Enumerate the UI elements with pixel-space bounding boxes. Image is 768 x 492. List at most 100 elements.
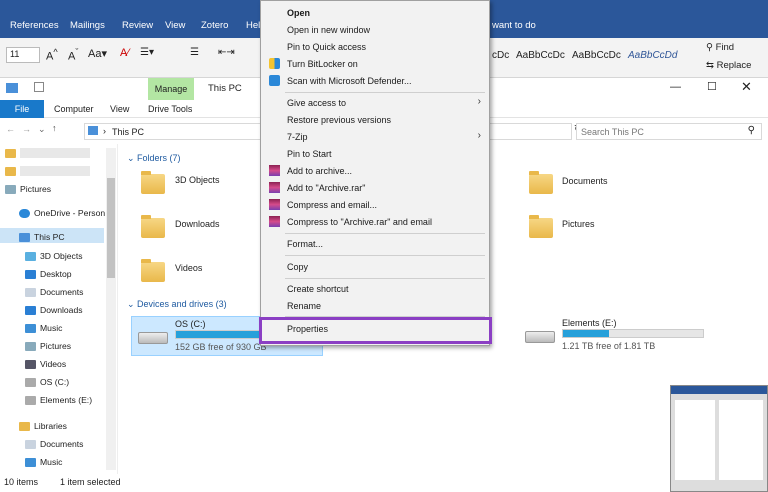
menu-compress-rar-email[interactable]: Compress to "Archive.rar" and email — [287, 217, 432, 227]
properties-quick-icon[interactable] — [34, 82, 44, 92]
folder-videos-label[interactable]: Videos — [175, 263, 202, 273]
menu-restore-versions[interactable]: Restore previous versions — [287, 115, 391, 125]
tab-zotero[interactable]: Zotero — [201, 20, 228, 31]
drive-e-tile[interactable]: Elements (E:) 1.21 TB free of 1.81 TB — [519, 316, 719, 356]
drive-c-name: OS (C:) — [175, 319, 206, 329]
forward-icon[interactable]: → — [22, 124, 31, 134]
folder-icon — [5, 149, 16, 158]
menu-pin-start[interactable]: Pin to Start — [287, 149, 332, 159]
style-heading2[interactable]: AaBbCcDc — [572, 50, 621, 61]
up-icon[interactable]: ↑ — [52, 123, 57, 133]
nav-music[interactable]: Music — [25, 323, 62, 333]
tab-references[interactable]: References — [10, 20, 59, 31]
tab-view[interactable]: View — [165, 20, 185, 31]
grow-font-icon[interactable]: A^ — [46, 47, 58, 63]
winrar-icon — [269, 199, 280, 210]
drive-icon — [25, 378, 36, 387]
style-heading1[interactable]: AaBbCcDc — [516, 50, 565, 61]
maximize-button[interactable]: ☐ — [707, 80, 717, 93]
nav-scrollbar[interactable] — [106, 148, 116, 470]
download-icon — [25, 306, 36, 315]
menu-open[interactable]: Open — [287, 8, 310, 18]
close-button[interactable]: ✕ — [741, 79, 752, 95]
clear-format-icon[interactable]: A⁄ — [120, 47, 129, 59]
menu-give-access[interactable]: Give access to — [287, 98, 346, 108]
tab-drive-tools[interactable]: Drive Tools — [148, 104, 192, 114]
defender-icon — [269, 75, 280, 86]
tab-computer[interactable]: Computer — [54, 104, 94, 114]
tell-me-box[interactable]: want to do — [492, 20, 536, 31]
blurred-item[interactable] — [5, 166, 90, 176]
folder-documents-label[interactable]: Documents — [562, 176, 608, 186]
drives-header[interactable]: ⌄ Devices and drives (3) — [127, 299, 227, 310]
menu-format[interactable]: Format... — [287, 239, 323, 249]
nav-libraries[interactable]: Libraries — [19, 421, 67, 431]
menu-7zip[interactable]: 7-Zip — [287, 132, 308, 142]
manage-context-tab[interactable]: Manage — [148, 78, 194, 100]
search-input[interactable]: Search This PC ⚲ — [576, 123, 762, 140]
recent-dropdown-icon[interactable]: ⌄ — [38, 124, 46, 135]
tab-file[interactable]: File — [0, 100, 44, 118]
tab-review[interactable]: Review — [122, 20, 153, 31]
multilevel-list-icon[interactable]: ☰ — [190, 47, 199, 58]
indent-icon[interactable]: ⇤⇥ — [218, 47, 235, 58]
thumb-titlebar — [671, 386, 767, 394]
shrink-font-icon[interactable]: Aˇ — [68, 47, 78, 63]
menu-pin-quick-access[interactable]: Pin to Quick access — [287, 42, 366, 52]
nav-pictures-2[interactable]: Pictures — [25, 341, 71, 351]
blurred-item[interactable] — [5, 148, 90, 158]
bullets-icon[interactable]: ☰▾ — [140, 47, 154, 58]
tab-view[interactable]: View — [110, 104, 129, 114]
nav-3d-objects[interactable]: 3D Objects — [25, 251, 83, 261]
scroll-thumb[interactable] — [107, 178, 115, 278]
cloud-icon — [19, 209, 30, 218]
nav-onedrive[interactable]: OneDrive - Person — [19, 208, 105, 218]
replace-icon: ⇆ — [706, 60, 717, 71]
font-size-select[interactable]: 11 — [6, 47, 40, 63]
nav-videos[interactable]: Videos — [25, 359, 66, 369]
folder-pictures-icon[interactable] — [529, 215, 553, 238]
folder-pictures-label[interactable]: Pictures — [562, 219, 595, 229]
nav-pictures[interactable]: Pictures — [5, 184, 51, 194]
minimize-button[interactable]: — — [670, 81, 681, 93]
menu-create-shortcut[interactable]: Create shortcut — [287, 284, 349, 294]
menu-compress-email[interactable]: Compress and email... — [287, 200, 377, 210]
drive-c-free: 152 GB free of 930 GB — [175, 342, 267, 352]
style-heading3[interactable]: AaBbCcDd — [628, 50, 677, 61]
folder-3d-objects-label[interactable]: 3D Objects — [175, 175, 220, 185]
tab-mailings[interactable]: Mailings — [70, 20, 105, 31]
nav-this-pc[interactable]: This PC — [19, 232, 65, 242]
search-icon: ⚲ — [747, 125, 755, 136]
folder-documents-icon[interactable] — [529, 171, 553, 194]
nav-documents[interactable]: Documents — [25, 287, 83, 297]
folder-3d-objects-icon[interactable] — [141, 171, 165, 194]
folder-videos-icon[interactable] — [141, 259, 165, 282]
menu-add-archive-rar[interactable]: Add to "Archive.rar" — [287, 183, 365, 193]
replace-button[interactable]: ⇆ Replace — [706, 60, 751, 71]
nav-os-c[interactable]: OS (C:) — [25, 377, 69, 387]
style-normal[interactable]: cDc — [492, 50, 509, 61]
back-icon[interactable]: ← — [6, 124, 15, 134]
menu-add-archive[interactable]: Add to archive... — [287, 166, 352, 176]
nav-lib-documents[interactable]: Documents — [25, 439, 83, 449]
menu-bitlocker[interactable]: Turn BitLocker on — [287, 59, 358, 69]
tab-help[interactable]: Hel — [246, 20, 260, 31]
font-case-icon[interactable]: Aa▾ — [88, 47, 107, 60]
nav-lib-music[interactable]: Music — [25, 457, 62, 467]
nav-elements-e[interactable]: Elements (E:) — [25, 395, 92, 405]
drive-icon — [138, 332, 168, 344]
submenu-arrow-icon: › — [477, 130, 481, 141]
folders-header[interactable]: ⌄ Folders (7) — [127, 153, 181, 164]
nav-downloads[interactable]: Downloads — [25, 305, 83, 315]
menu-rename[interactable]: Rename — [287, 301, 321, 311]
folder-downloads-icon[interactable] — [141, 215, 165, 238]
menu-defender-scan[interactable]: Scan with Microsoft Defender... — [287, 76, 412, 86]
menu-copy[interactable]: Copy — [287, 262, 308, 272]
folder-downloads-label[interactable]: Downloads — [175, 219, 220, 229]
library-icon — [19, 422, 30, 431]
nav-desktop[interactable]: Desktop — [25, 269, 72, 279]
screenshot-thumbnail[interactable] — [670, 385, 768, 492]
menu-open-new-window[interactable]: Open in new window — [287, 25, 370, 35]
drive-e-fill — [563, 330, 610, 337]
find-button[interactable]: ⚲ Find — [706, 42, 734, 53]
